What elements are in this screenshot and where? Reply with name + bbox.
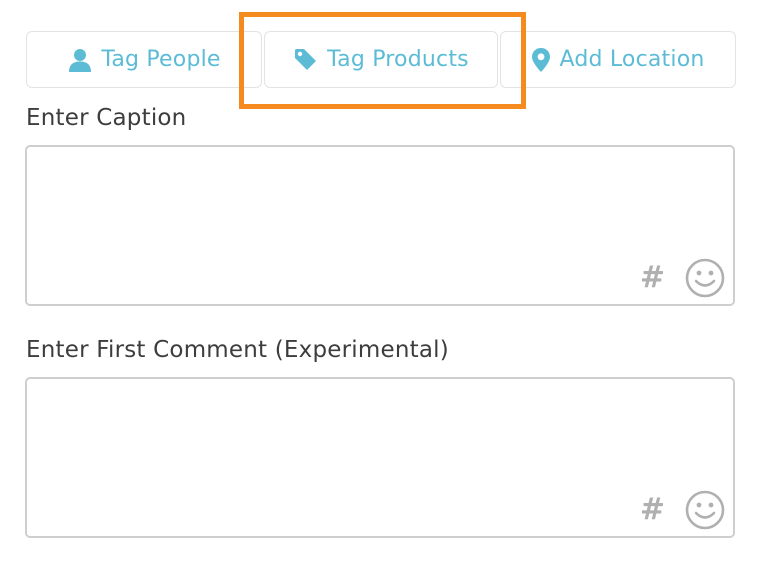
add-location-label: Add Location [559, 47, 705, 72]
tag-people-button[interactable]: Tag People [26, 31, 262, 88]
caption-hashtag-button[interactable]: # [640, 263, 665, 293]
first-comment-field: # [25, 377, 735, 538]
location-pin-icon [532, 47, 551, 72]
add-location-button[interactable]: Add Location [500, 31, 736, 88]
first-comment-hashtag-button[interactable]: # [640, 495, 665, 525]
smiley-icon[interactable] [685, 258, 725, 298]
tag-icon [295, 48, 317, 70]
tag-products-button[interactable]: Tag Products [264, 31, 498, 88]
caption-input[interactable] [27, 147, 733, 304]
tag-products-label: Tag Products [327, 47, 469, 72]
caption-field: # [25, 145, 735, 306]
first-comment-label: Enter First Comment (Experimental) [26, 337, 449, 363]
first-comment-tools: # [640, 490, 725, 530]
post-editor: Tag People Tag Products Add Location Ent… [0, 0, 759, 575]
first-comment-input[interactable] [27, 379, 733, 536]
caption-tools: # [640, 258, 725, 298]
smiley-icon[interactable] [685, 490, 725, 530]
caption-label: Enter Caption [26, 105, 187, 131]
person-icon [69, 48, 92, 72]
tag-people-label: Tag People [101, 47, 221, 72]
